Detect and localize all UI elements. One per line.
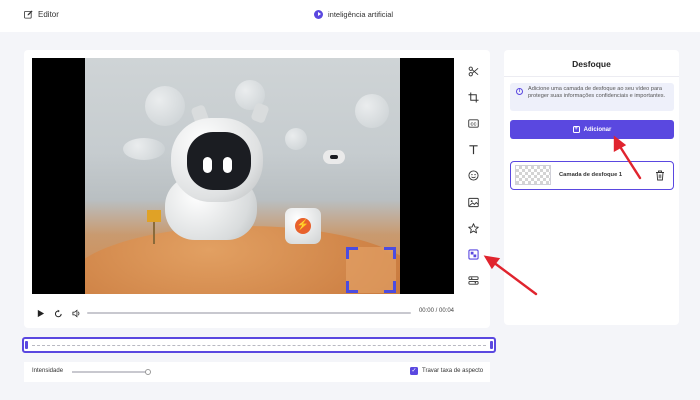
info-text: Adicione uma camada de desfoque ao seu v… [528, 86, 666, 99]
editor-link[interactable]: Editor [24, 10, 59, 19]
crop-tool[interactable] [463, 84, 483, 110]
text-icon [468, 145, 478, 155]
tool-sidebar: CC [461, 58, 485, 294]
aspect-label: Travar taxa de aspecto [422, 368, 484, 374]
add-button-label: Adicionar [583, 126, 612, 133]
settings-row: Intensidade ✓ Travar taxa de aspecto [24, 362, 490, 382]
transparency-thumbnail [515, 165, 551, 185]
subtitles-tool[interactable]: CC [463, 110, 483, 136]
blur-tool[interactable] [463, 242, 483, 268]
blur-selection-box[interactable] [346, 247, 396, 293]
timeline-track[interactable] [22, 337, 496, 353]
add-blur-button[interactable]: + Adicionar [510, 120, 674, 139]
intensity-label: Intensidade [32, 368, 64, 374]
project-name: inteligência artificial [328, 10, 394, 19]
timeline-start-handle[interactable] [25, 341, 28, 349]
blur-icon [467, 249, 479, 260]
replay-icon [54, 309, 62, 317]
play-circle-icon [314, 10, 323, 19]
crop-icon [467, 92, 479, 103]
lock-aspect-toggle[interactable]: ✓ Travar taxa de aspecto [410, 367, 483, 375]
timeline-end-handle[interactable] [490, 341, 493, 349]
blur-panel: Desfoque i Adicione uma camada de desfoq… [504, 50, 679, 325]
smiley-icon [467, 170, 479, 182]
project-title: inteligência artificial [314, 10, 393, 19]
image-icon [467, 197, 479, 207]
sliders-icon [467, 276, 479, 285]
checkbox-checked-icon[interactable]: ✓ [410, 367, 418, 375]
subtitles-icon: CC [467, 119, 479, 128]
text-tool[interactable] [463, 137, 483, 163]
play-button[interactable] [32, 306, 48, 320]
editor-label: Editor [38, 10, 59, 19]
play-icon [37, 309, 44, 317]
timeline-dashed-line [32, 345, 486, 346]
volume-icon [71, 309, 79, 317]
time-display: 00:00 / 00:04 [418, 308, 454, 314]
intensity-slider-track[interactable] [72, 371, 150, 373]
effects-tool[interactable] [463, 215, 483, 241]
progress-bar[interactable] [87, 312, 411, 314]
star-icon [467, 223, 479, 234]
top-bar: Editor inteligência artificial [0, 0, 700, 32]
intensity-slider-thumb[interactable] [144, 368, 151, 375]
svg-text:CC: CC [470, 121, 476, 126]
info-icon: i [516, 88, 523, 95]
layers-tool[interactable] [463, 268, 483, 294]
editor-card: ⚡ CC 00:00 / 00:04 [24, 50, 490, 328]
edit-icon [24, 10, 33, 19]
video-preview[interactable]: ⚡ [32, 58, 454, 294]
trash-icon[interactable] [655, 170, 665, 181]
replay-button[interactable] [50, 306, 66, 320]
volume-button[interactable] [68, 306, 84, 320]
layer-name: Camada de desfoque 1 [559, 172, 623, 178]
image-tool[interactable] [463, 189, 483, 215]
playback-controls: 00:00 / 00:04 [32, 306, 454, 320]
sticker-tool[interactable] [463, 163, 483, 189]
plus-icon: + [572, 126, 580, 133]
info-box: i Adicione uma camada de desfoque ao seu… [510, 83, 674, 111]
divider [504, 76, 679, 77]
blur-layer-item[interactable]: Camada de desfoque 1 [510, 161, 674, 190]
panel-title: Desfoque [572, 59, 611, 69]
scissors-icon [468, 66, 478, 76]
cut-tool[interactable] [463, 58, 483, 84]
